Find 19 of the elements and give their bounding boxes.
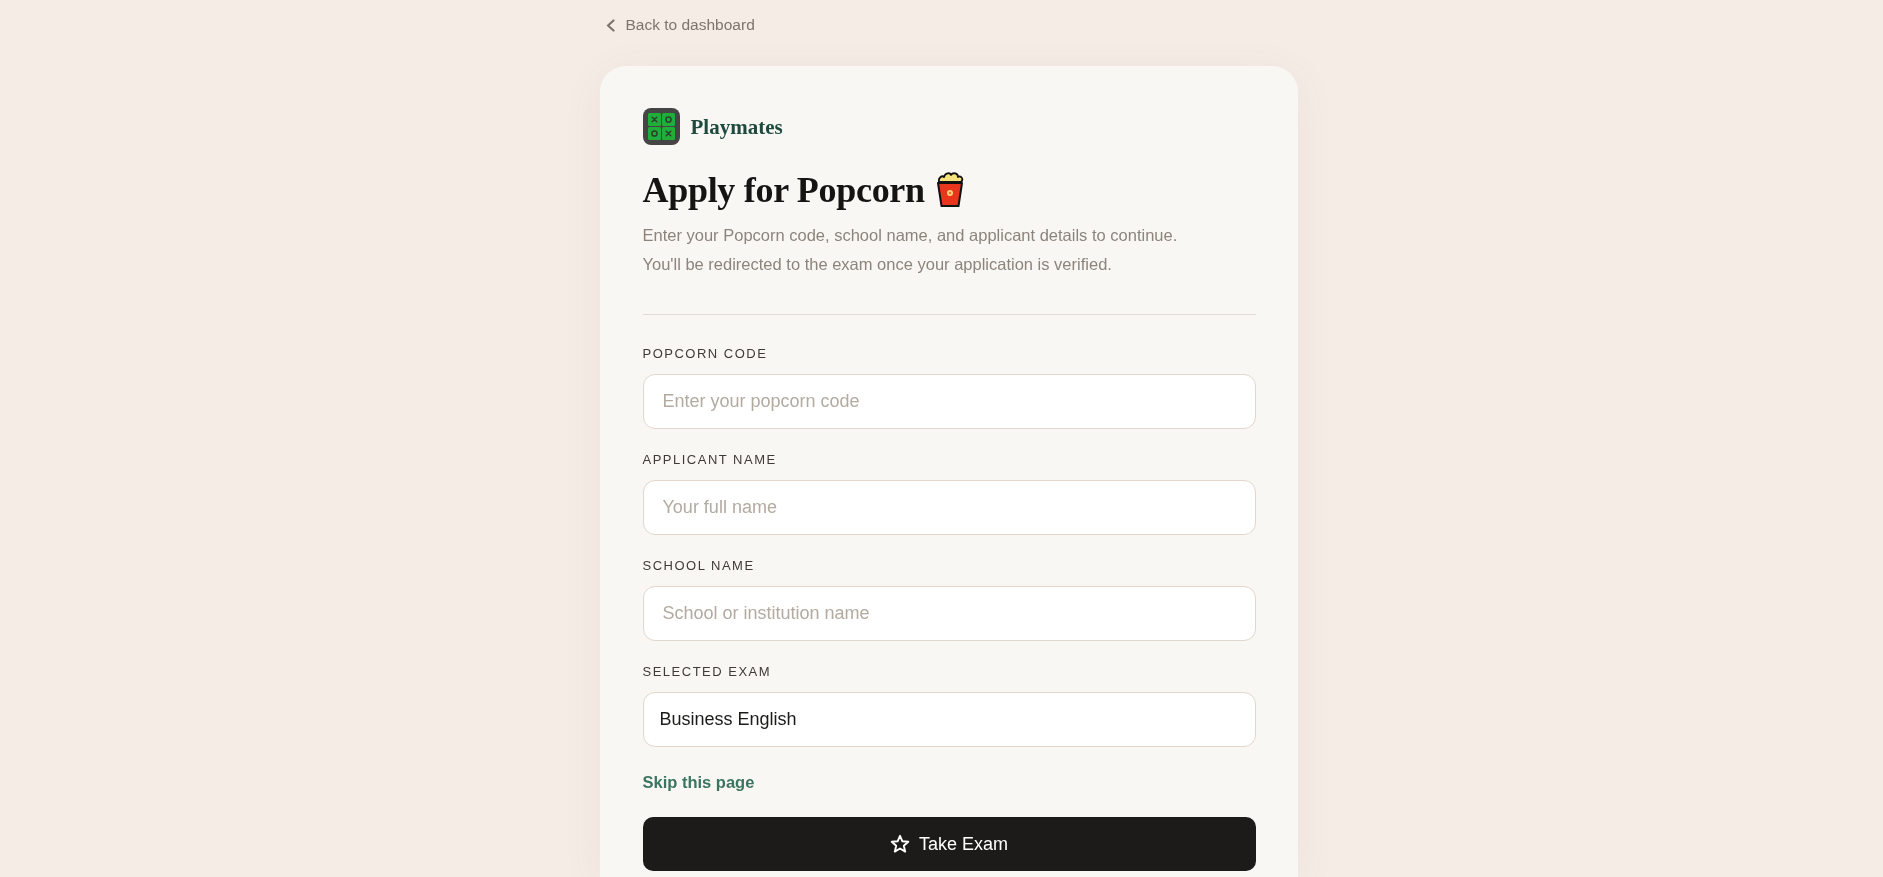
input-field[interactable]: Enter your popcorn code bbox=[642, 374, 1256, 429]
description-text: You'll be redirected to the exam once your application is verified. bbox=[642, 254, 1113, 275]
field-label: SCHOOL NAME bbox=[642, 558, 756, 574]
description-text: Enter your Popcorn code, school name, and applicant details to continue. bbox=[642, 225, 1179, 246]
field-label: APPLICANT NAME bbox=[642, 452, 778, 468]
field-label: SELECTED EXAM bbox=[642, 664, 773, 680]
input-field[interactable]: School or institution name bbox=[642, 586, 1256, 641]
page-title: Apply for Popcorn bbox=[642, 169, 925, 212]
back-link[interactable]: Back to dashboard bbox=[605, 14, 755, 36]
brand-name: Playmates bbox=[690, 113, 783, 140]
take-exam-button[interactable]: Take Exam bbox=[642, 817, 1256, 871]
input-field[interactable]: Your full name bbox=[642, 480, 1256, 535]
tic-tac-toe-icon bbox=[642, 108, 680, 145]
field-label: POPCORN CODE bbox=[642, 346, 769, 362]
input-field[interactable]: Business English bbox=[642, 692, 1256, 747]
popcorn-icon bbox=[934, 172, 965, 208]
star-icon bbox=[889, 834, 910, 854]
chevron-left-icon bbox=[605, 18, 615, 32]
skip-link[interactable]: Skip this page bbox=[642, 771, 755, 793]
